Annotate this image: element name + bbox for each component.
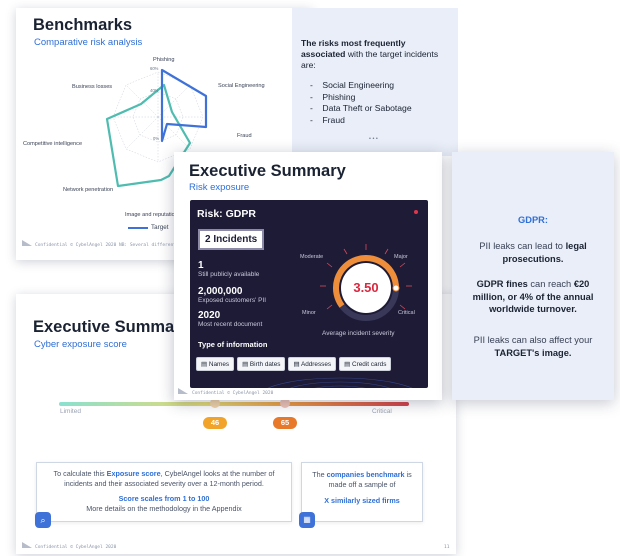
risk-intro: The risks most frequently associated wit… (301, 38, 451, 71)
chip-addresses: ▤ Addresses (288, 357, 337, 371)
risk-card-title: Risk: GDPR (197, 208, 256, 220)
incidents-badge: 2 Incidents (198, 229, 265, 250)
stat-available: 1 Still publicly available (198, 260, 260, 278)
score-pill-65: 65 (273, 417, 297, 429)
tick-0: 0% (153, 136, 160, 141)
score-scale: Score scales from 1 to 100 (118, 494, 210, 503)
exposure-title: Executive Summary (33, 318, 190, 336)
chip-credit-cards: ▤ Credit cards (339, 357, 392, 371)
score-pill-46: 46 (203, 417, 227, 429)
gdpr-panel: GDPR: PII leaks can lead to legal prosec… (452, 152, 614, 400)
gdpr-risk-card: Risk: GDPR 2 Incidents 1 Still publicly … (190, 200, 428, 388)
methodology-note: More details on the methodology in the A… (86, 503, 242, 513)
benchmarks-footer: Confidential © CybelAngel 2020 NB: Sever… (35, 243, 193, 248)
tick-60: 60% (150, 66, 159, 71)
info-type-title: Type of information (198, 340, 268, 349)
tick-40: 40% (150, 88, 159, 93)
exposure-info-card: To calculate this Exposure score, CybelA… (36, 462, 292, 522)
gauge-label-critical: Critical (398, 310, 415, 316)
risk-exposure-slide: Executive Summary Risk exposure Risk: GD… (174, 152, 442, 400)
gdpr-title: GDPR: (518, 215, 548, 225)
exposure-info-text: To calculate this Exposure score, CybelA… (53, 469, 275, 488)
axis-business-losses: Business losses (72, 84, 113, 90)
risk-exposure-title: Executive Summary (189, 162, 346, 180)
gauge-label-moderate: Moderate (300, 254, 324, 260)
legend-target-label: Target (151, 224, 169, 231)
stat-recent: 2020 Most recent document (198, 310, 263, 328)
globe-decoration (267, 377, 413, 388)
benchmark-info-text: The companies benchmark is made off a sa… (312, 470, 412, 489)
companies-benchmark-card: The companies benchmark is made off a sa… (301, 462, 423, 522)
axis-network-penetration: Network penetration (63, 187, 114, 193)
gauge-label-minor: Minor (302, 310, 316, 316)
risk-item: - Social Engineering (310, 80, 395, 90)
axis-image-reputation: Image and reputation (125, 212, 178, 218)
risk-exposure-subtitle: Risk exposure (189, 182, 250, 193)
cybelangel-logo-icon (178, 388, 188, 394)
gdpr-legal: PII leaks can lead to legal prosecutions… (479, 241, 587, 264)
analysis-icon: ⌕ (35, 512, 51, 528)
target-series (160, 68, 208, 143)
alert-dot (414, 210, 418, 214)
gauge-caption: Average incident severity (322, 330, 395, 337)
ellipsis: • • • (369, 136, 378, 142)
gauge-value: 3.50 (353, 280, 379, 295)
building-icon: ▦ (299, 512, 315, 528)
score-limited-label: Limited (60, 408, 81, 415)
similar-firms: X similarly sized firms (324, 496, 400, 505)
risk-item: - Fraud (310, 114, 345, 125)
page-number: 11 (444, 545, 450, 550)
risk-list: - Social Engineering - Phishing - Data T… (310, 80, 412, 126)
score-gradient-bar (59, 402, 409, 406)
risk-item: - Data Theft or Sabotage (310, 103, 412, 113)
gdpr-fines: GDPR fines can reach €20 million, or 4% … (472, 279, 594, 314)
stat-exposed: 2,000,000 Exposed customers' PII (198, 286, 267, 304)
score-critical-label: Critical (372, 408, 392, 415)
legend-target-swatch (128, 226, 148, 229)
exposure-subtitle: Cyber exposure score (34, 339, 127, 350)
risk-exposure-footer: Confidential © CybelAngel 2020 (192, 391, 274, 396)
gauge-label-major: Major (394, 254, 408, 260)
risk-list-panel: The risks most frequently associated wit… (292, 8, 458, 156)
exposure-footer: Confidential © CybelAngel 2020 (35, 545, 117, 550)
axis-fraud: Fraud (237, 133, 252, 139)
axis-phishing: Phishing (153, 57, 175, 63)
info-type-chips: ▤ Names ▤ Birth dates ▤ Addresses ▤ Credit … (196, 353, 394, 371)
chip-names: ▤ Names (196, 357, 235, 371)
chip-birth-dates: ▤ Birth dates (237, 357, 286, 371)
risk-item: - Phishing (310, 91, 356, 102)
cybelangel-logo-icon (22, 542, 32, 548)
axis-competitive-intelligence: Competitive intelligence (23, 141, 83, 147)
gdpr-image: PII leaks can also affect your TARGET's … (473, 335, 593, 358)
axis-social-engineering: Social Engineering (218, 83, 265, 89)
